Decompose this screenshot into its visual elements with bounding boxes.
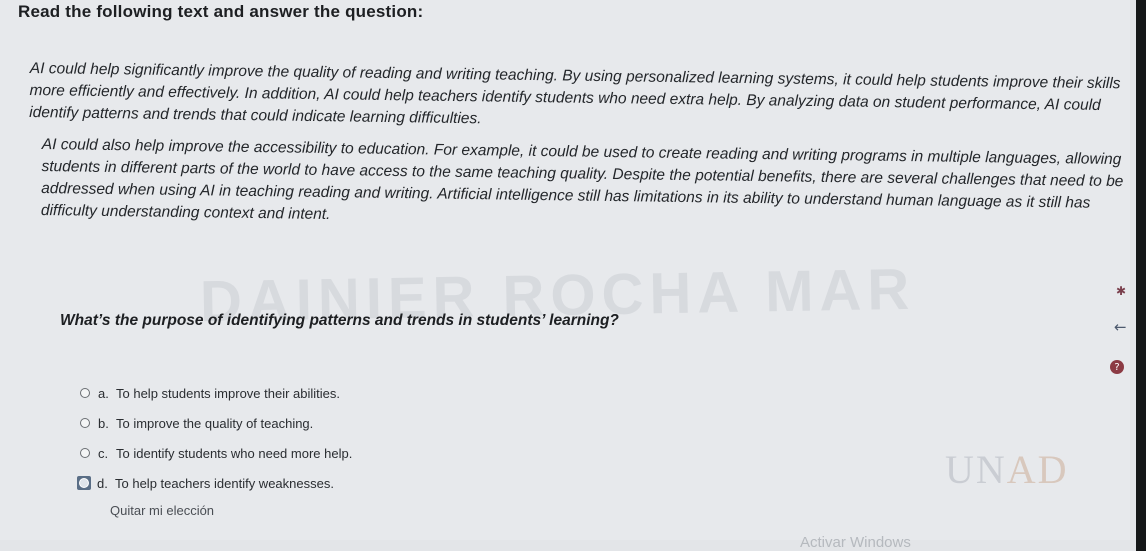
- option-a[interactable]: a. To help students improve their abilit…: [80, 378, 352, 408]
- option-text[interactable]: To improve the quality of teaching.: [116, 416, 313, 431]
- university-logo: UNAD: [945, 446, 1069, 493]
- focus-highlight[interactable]: [77, 476, 91, 490]
- answer-options: a. To help students improve their abilit…: [77, 378, 352, 498]
- logo-main: UN: [945, 447, 1007, 492]
- option-b[interactable]: b. To improve the quality of teaching.: [80, 408, 352, 438]
- pin-icon[interactable]: ✱: [1116, 284, 1126, 298]
- option-c[interactable]: c. To identify students who need more he…: [80, 438, 352, 468]
- option-letter: d.: [97, 475, 108, 491]
- activate-windows-overlay: Activar Windows: [800, 534, 911, 551]
- radio-button[interactable]: [80, 388, 90, 398]
- question-prompt: What’s the purpose of identifying patter…: [60, 312, 619, 329]
- option-text[interactable]: To identify students who need more help.: [116, 446, 352, 461]
- option-letter: c.: [98, 445, 109, 461]
- option-d[interactable]: d. To help teachers identify weaknesses.: [77, 468, 352, 498]
- radio-button[interactable]: [80, 418, 90, 428]
- radio-button[interactable]: [79, 478, 89, 488]
- option-text[interactable]: To help teachers identify weaknesses.: [115, 476, 334, 491]
- question-panel: Read the following text and answer the q…: [0, 0, 1130, 540]
- logo-accent: AD: [1006, 447, 1069, 492]
- passage-paragraph-2: AI could also help improve the accessibi…: [40, 135, 1124, 224]
- screen-edge: [1136, 0, 1146, 551]
- clear-choice-link[interactable]: Quitar mi elección: [110, 503, 214, 518]
- passage-paragraph-1: AI could help significantly improve the …: [29, 59, 1121, 128]
- help-icon[interactable]: ?: [1110, 360, 1124, 374]
- instruction-text: Read the following text and answer the q…: [18, 2, 424, 21]
- option-letter: a.: [98, 385, 109, 401]
- quiz-page: Read the following text and answer the q…: [0, 0, 1146, 551]
- reading-passage: AI could help significantly improve the …: [29, 58, 1130, 232]
- option-text[interactable]: To help students improve their abilities…: [116, 386, 340, 401]
- back-arrow-icon[interactable]: ←: [1114, 318, 1127, 336]
- option-letter: b.: [98, 415, 109, 431]
- radio-button[interactable]: [80, 448, 90, 458]
